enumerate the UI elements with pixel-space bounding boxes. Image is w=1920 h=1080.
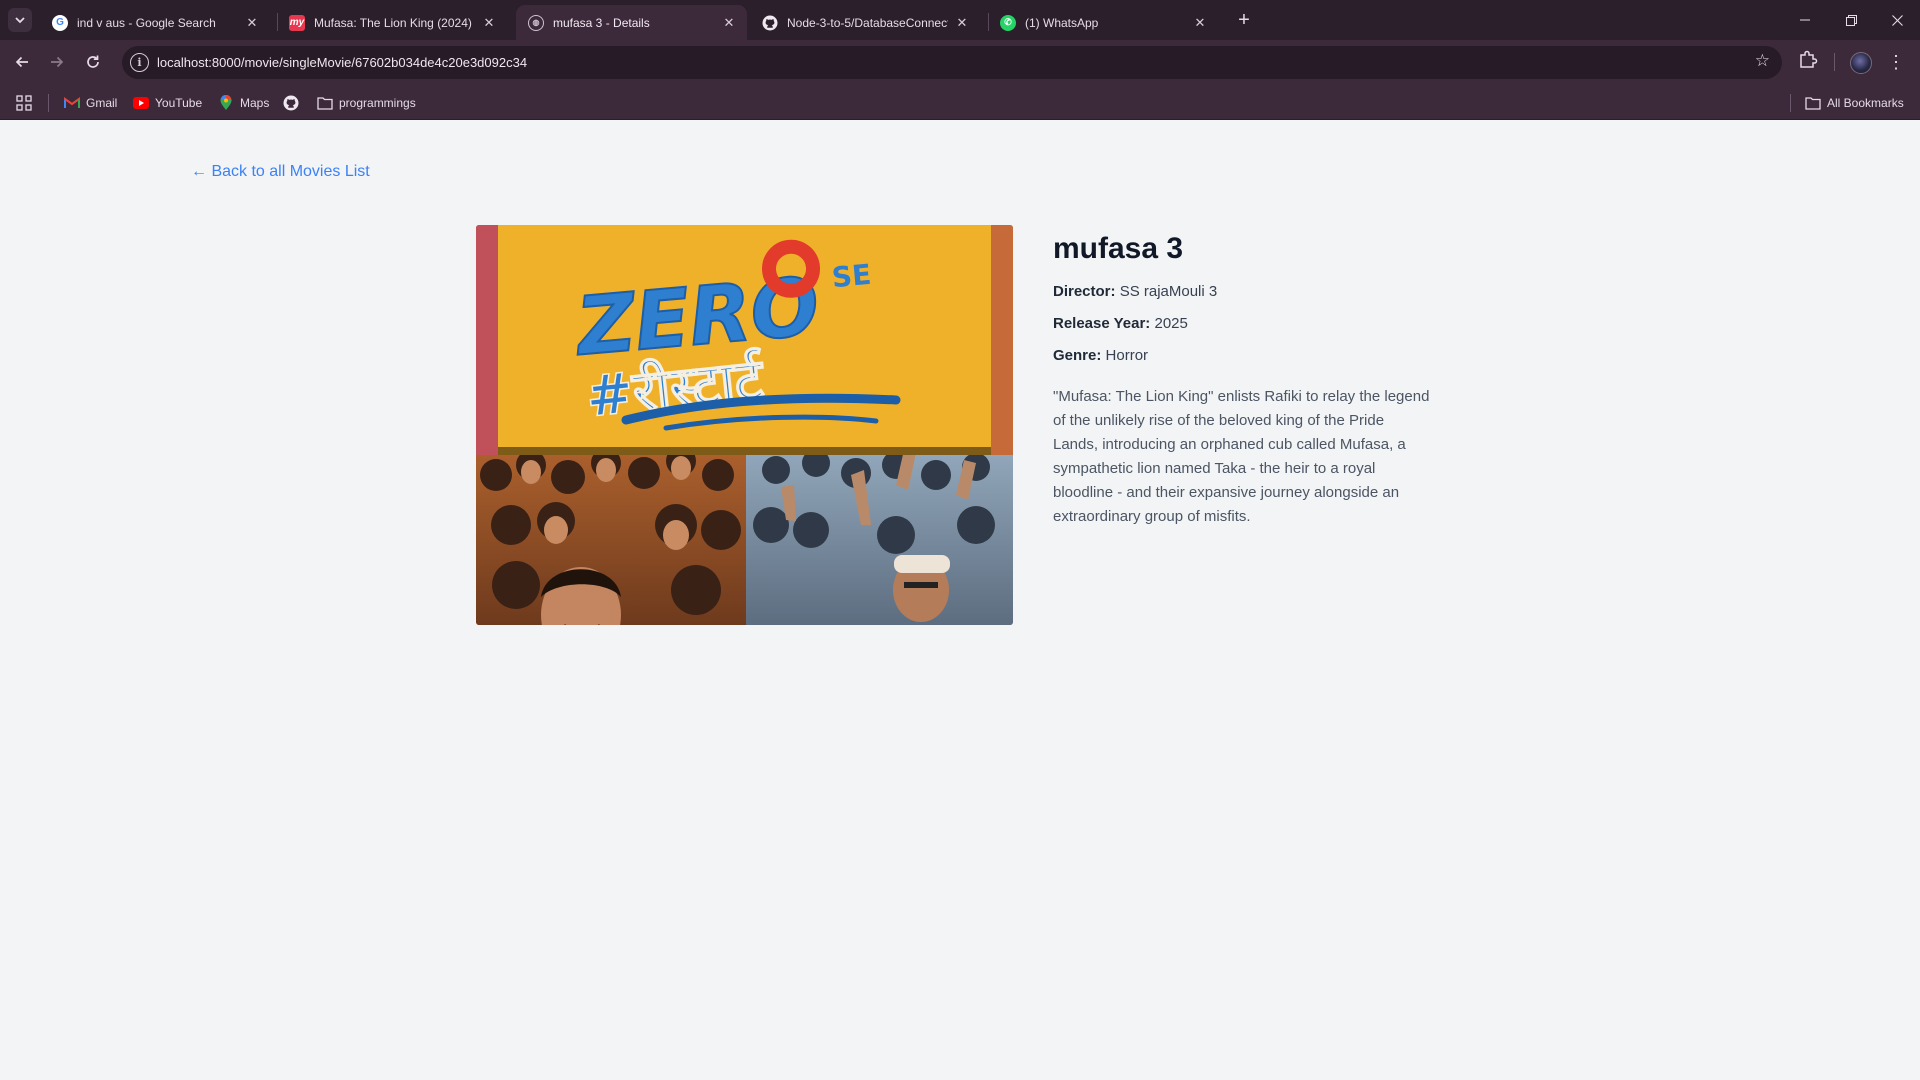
- apps-grid-icon: [16, 95, 32, 111]
- movie-description: "Mufasa: The Lion King" enlists Rafiki t…: [1053, 388, 1430, 525]
- close-icon[interactable]: ✕: [244, 15, 260, 31]
- close-icon: [1891, 14, 1903, 26]
- github-icon: [283, 95, 299, 111]
- new-tab-button[interactable]: +: [1232, 8, 1256, 32]
- extensions-button[interactable]: [1797, 48, 1819, 70]
- restore-icon: [1845, 14, 1857, 26]
- movie-details: mufasa 3 Director: SS rajaMouli 3 Releas…: [1053, 231, 1433, 529]
- back-to-movies-link[interactable]: ← Back to all Movies List: [191, 163, 370, 181]
- folder-icon: [317, 95, 333, 111]
- release-year-row: Release Year: 2025: [1053, 313, 1433, 335]
- release-year-value: 2025: [1154, 315, 1188, 332]
- forward-button[interactable]: [43, 48, 71, 76]
- tab-title: mufasa 3 - Details: [553, 15, 650, 30]
- restore-button[interactable]: [1828, 0, 1874, 40]
- tab-title: ind v aus - Google Search: [77, 15, 216, 30]
- browser-toolbar: i localhost:8000/movie/singleMovie/67602…: [0, 40, 1920, 85]
- release-year-label: Release Year:: [1053, 315, 1151, 332]
- bookmark-maps[interactable]: Maps: [218, 92, 269, 114]
- director-value: SS rajaMouli 3: [1119, 283, 1218, 300]
- bookmark-folder-programmings[interactable]: programmings: [317, 92, 416, 114]
- bookmark-star-icon[interactable]: ☆: [1755, 51, 1770, 71]
- director-row: Director: SS rajaMouli 3: [1053, 281, 1433, 303]
- toolbar-divider: [1834, 53, 1835, 71]
- tab-google-search[interactable]: G ind v aus - Google Search ✕: [40, 5, 270, 40]
- bookmarks-divider: [48, 94, 49, 112]
- back-button[interactable]: [8, 48, 36, 76]
- apps-button[interactable]: [16, 92, 32, 114]
- bookmark-label: YouTube: [155, 96, 203, 110]
- bookmarks-bar: Gmail YouTube Maps programmings All Book…: [0, 85, 1920, 120]
- reload-icon: [87, 55, 99, 68]
- bookmark-label: Gmail: [86, 96, 118, 110]
- google-icon: G: [52, 14, 68, 31]
- globe-icon: ◍: [528, 14, 544, 31]
- genre-row: Genre: Horror: [1053, 345, 1433, 367]
- bookmarks-divider: [1790, 94, 1791, 112]
- arrow-left-icon: [15, 56, 28, 68]
- director-label: Director:: [1053, 283, 1116, 300]
- bookmyshow-icon: my: [289, 14, 305, 31]
- bookmark-youtube[interactable]: YouTube: [133, 92, 202, 114]
- bookmark-gmail[interactable]: Gmail: [64, 92, 117, 114]
- genre-value: Horror: [1105, 347, 1149, 364]
- tab-github-node[interactable]: Node-3-to-5/DatabaseConnecti ✕: [750, 5, 980, 40]
- tab-title: Mufasa: The Lion King (2024) - M: [314, 15, 475, 30]
- tab-whatsapp[interactable]: ✆ (1) WhatsApp ✕: [988, 5, 1218, 40]
- github-icon: [762, 15, 778, 31]
- whatsapp-icon: ✆: [1000, 14, 1016, 31]
- folder-icon: [1805, 95, 1821, 111]
- bookmark-label: programmings: [339, 96, 416, 110]
- url-text[interactable]: localhost:8000/movie/singleMovie/67602b0…: [157, 55, 527, 70]
- minimize-button[interactable]: [1782, 0, 1828, 40]
- minimize-icon: [1800, 19, 1810, 21]
- youtube-icon: [133, 95, 149, 111]
- tab-title: Node-3-to-5/DatabaseConnecti: [787, 15, 948, 30]
- reload-button[interactable]: [79, 48, 107, 76]
- tab-mufasa-details[interactable]: ◍ mufasa 3 - Details ✕: [516, 5, 747, 40]
- puzzle-icon: [1800, 50, 1818, 68]
- bookmark-label: Maps: [240, 96, 270, 110]
- maps-icon: [218, 95, 234, 111]
- movie-poster: ZERO SE #रीस्टार्ट: [476, 225, 1013, 625]
- bookmark-github[interactable]: [283, 92, 305, 114]
- close-icon[interactable]: ✕: [721, 15, 737, 31]
- movie-details-page: ← Back to all Movies List ZERO SE #रीस्ट…: [0, 121, 1920, 1080]
- close-icon[interactable]: ✕: [481, 15, 497, 31]
- tab-strip: G ind v aus - Google Search ✕ my Mufasa:…: [0, 0, 1920, 40]
- close-icon[interactable]: ✕: [1192, 15, 1208, 31]
- tab-search-button[interactable]: [8, 8, 32, 32]
- all-bookmarks-label: All Bookmarks: [1827, 96, 1904, 110]
- profile-avatar[interactable]: [1850, 52, 1872, 74]
- site-info-icon[interactable]: i: [130, 53, 149, 72]
- genre-label: Genre:: [1053, 347, 1102, 364]
- menu-dots-icon[interactable]: ⋮: [1886, 50, 1906, 74]
- poster-title-se: SE: [831, 258, 873, 294]
- movie-title: mufasa 3: [1053, 232, 1184, 265]
- chevron-down-icon: [15, 17, 25, 24]
- tab-mufasa-bookmyshow[interactable]: my Mufasa: The Lion King (2024) - M ✕: [277, 5, 507, 40]
- tab-title: (1) WhatsApp: [1025, 15, 1099, 30]
- gmail-icon: [64, 95, 80, 111]
- close-window-button[interactable]: [1874, 0, 1920, 40]
- all-bookmarks-button[interactable]: All Bookmarks: [1805, 92, 1904, 114]
- arrow-right-icon: [51, 56, 64, 68]
- close-icon[interactable]: ✕: [954, 15, 970, 31]
- address-bar[interactable]: i localhost:8000/movie/singleMovie/67602…: [122, 46, 1782, 79]
